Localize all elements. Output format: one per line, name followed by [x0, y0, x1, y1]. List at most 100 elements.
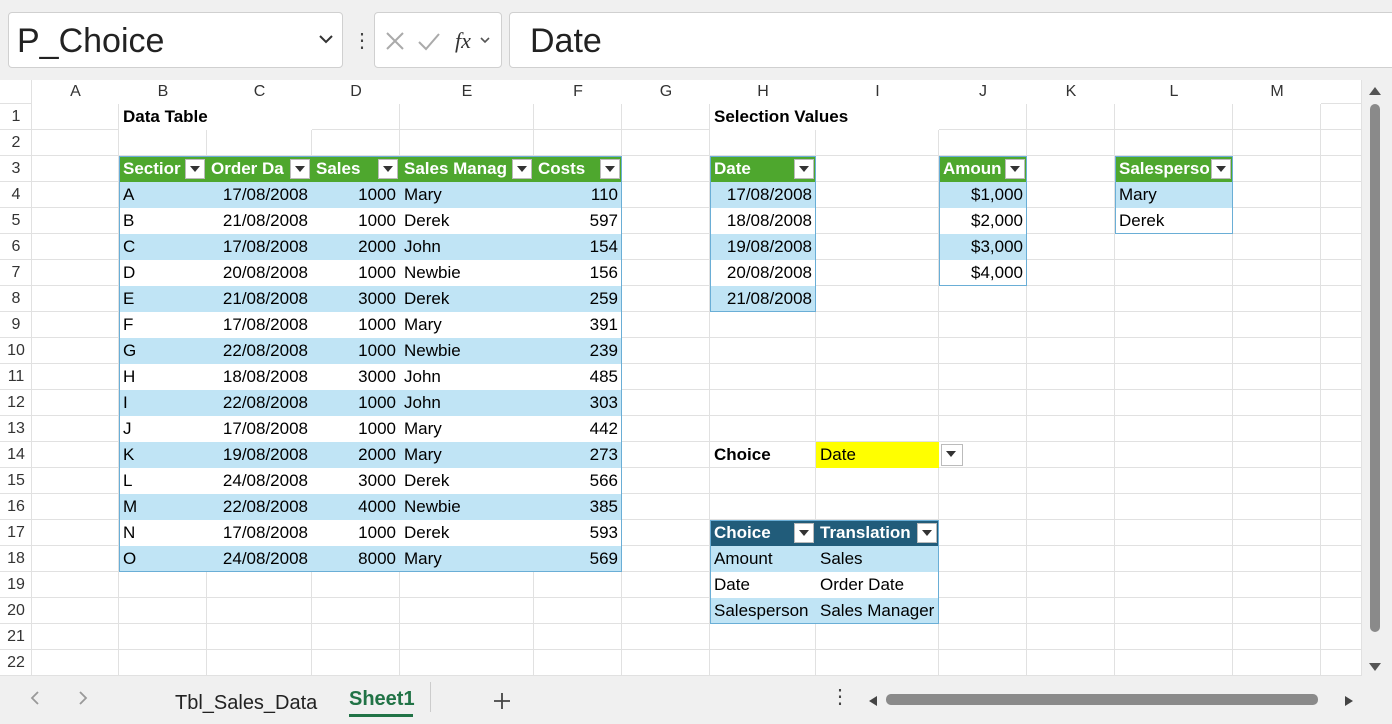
- table-cell[interactable]: 303: [534, 390, 622, 416]
- salesperson-value-cell[interactable]: Derek: [1115, 208, 1233, 234]
- enter-check-icon[interactable]: [415, 27, 443, 55]
- table-cell[interactable]: 1000: [312, 260, 400, 286]
- table-cell[interactable]: 485: [534, 364, 622, 390]
- table-cell[interactable]: 156: [534, 260, 622, 286]
- table-cell[interactable]: Mary: [400, 442, 534, 468]
- insert-function-icon[interactable]: fx: [453, 27, 493, 55]
- scroll-down-icon[interactable]: [1367, 660, 1383, 674]
- translation-cell[interactable]: Sales: [816, 546, 939, 572]
- row-header-10[interactable]: 10: [0, 338, 32, 364]
- table-cell[interactable]: Mary: [400, 416, 534, 442]
- choice-dropdown-button[interactable]: [941, 444, 963, 466]
- table-cell[interactable]: 566: [534, 468, 622, 494]
- selection-values-title[interactable]: Selection Values: [710, 104, 939, 130]
- table-cell[interactable]: I: [119, 390, 207, 416]
- table-cell[interactable]: John: [400, 390, 534, 416]
- chevron-down-icon[interactable]: [316, 29, 336, 49]
- table-cell[interactable]: 3000: [312, 364, 400, 390]
- table-cell[interactable]: 8000: [312, 546, 400, 572]
- filter-dropdown-button[interactable]: [917, 523, 937, 543]
- column-header-c[interactable]: C: [207, 80, 312, 104]
- table-cell[interactable]: 20/08/2008: [207, 260, 312, 286]
- formula-bar[interactable]: Date: [509, 12, 1392, 68]
- column-header-i[interactable]: I: [816, 80, 939, 104]
- column-header-d[interactable]: D: [312, 80, 400, 104]
- filter-dropdown-button[interactable]: [378, 159, 398, 179]
- table-cell[interactable]: 2000: [312, 234, 400, 260]
- filter-dropdown-button[interactable]: [794, 523, 814, 543]
- amount-value-cell[interactable]: $3,000: [939, 234, 1027, 260]
- table-cell[interactable]: 3000: [312, 286, 400, 312]
- table-cell[interactable]: 110: [534, 182, 622, 208]
- column-header-l[interactable]: L: [1115, 80, 1233, 104]
- row-header-17[interactable]: 17: [0, 520, 32, 546]
- table-cell[interactable]: K: [119, 442, 207, 468]
- data-table-title[interactable]: Data Table: [119, 104, 312, 130]
- table-cell[interactable]: 17/08/2008: [207, 520, 312, 546]
- table-cell[interactable]: 21/08/2008: [207, 208, 312, 234]
- translation-cell[interactable]: Date: [710, 572, 816, 598]
- table-cell[interactable]: F: [119, 312, 207, 338]
- table-cell[interactable]: Mary: [400, 546, 534, 572]
- row-header-16[interactable]: 16: [0, 494, 32, 520]
- table-cell[interactable]: 1000: [312, 208, 400, 234]
- table-cell[interactable]: 239: [534, 338, 622, 364]
- table-cell[interactable]: O: [119, 546, 207, 572]
- table-cell[interactable]: Newbie: [400, 494, 534, 520]
- table-cell[interactable]: C: [119, 234, 207, 260]
- row-header-13[interactable]: 13: [0, 416, 32, 442]
- row-header-2[interactable]: 2: [0, 130, 32, 156]
- table-cell[interactable]: John: [400, 234, 534, 260]
- table-cell[interactable]: John: [400, 364, 534, 390]
- table-cell[interactable]: G: [119, 338, 207, 364]
- column-header-g[interactable]: G: [622, 80, 710, 104]
- table-cell[interactable]: Newbie: [400, 338, 534, 364]
- next-sheet-icon[interactable]: [76, 690, 90, 706]
- table-cell[interactable]: 24/08/2008: [207, 468, 312, 494]
- scroll-left-icon[interactable]: [866, 694, 880, 708]
- table-cell[interactable]: 442: [534, 416, 622, 442]
- row-header-22[interactable]: 22: [0, 650, 32, 676]
- row-header-4[interactable]: 4: [0, 182, 32, 208]
- table-cell[interactable]: 391: [534, 312, 622, 338]
- table-cell[interactable]: 259: [534, 286, 622, 312]
- table-cell[interactable]: D: [119, 260, 207, 286]
- table-cell[interactable]: 21/08/2008: [207, 286, 312, 312]
- column-header-e[interactable]: E: [400, 80, 534, 104]
- column-header-b[interactable]: B: [119, 80, 207, 104]
- date-value-cell[interactable]: 17/08/2008: [710, 182, 816, 208]
- table-cell[interactable]: 1000: [312, 520, 400, 546]
- row-header-9[interactable]: 9: [0, 312, 32, 338]
- scroll-up-icon[interactable]: [1367, 84, 1383, 98]
- date-value-cell[interactable]: 18/08/2008: [710, 208, 816, 234]
- add-sheet-icon[interactable]: [492, 691, 512, 711]
- table-cell[interactable]: Derek: [400, 468, 534, 494]
- table-cell[interactable]: Newbie: [400, 260, 534, 286]
- table-cell[interactable]: 22/08/2008: [207, 494, 312, 520]
- table-cell[interactable]: H: [119, 364, 207, 390]
- row-header-11[interactable]: 11: [0, 364, 32, 390]
- row-header-18[interactable]: 18: [0, 546, 32, 572]
- row-header-6[interactable]: 6: [0, 234, 32, 260]
- column-header-m[interactable]: M: [1233, 80, 1321, 104]
- column-header-k[interactable]: K: [1027, 80, 1115, 104]
- cancel-icon[interactable]: [381, 27, 409, 55]
- filter-dropdown-button[interactable]: [1005, 159, 1025, 179]
- translation-cell[interactable]: Amount: [710, 546, 816, 572]
- table-cell[interactable]: Mary: [400, 312, 534, 338]
- table-cell[interactable]: 17/08/2008: [207, 234, 312, 260]
- vertical-scroll-thumb[interactable]: [1370, 104, 1380, 632]
- table-cell[interactable]: 17/08/2008: [207, 182, 312, 208]
- choice-label[interactable]: Choice: [710, 442, 816, 468]
- table-cell[interactable]: 593: [534, 520, 622, 546]
- row-header-1[interactable]: 1: [0, 104, 32, 130]
- table-cell[interactable]: Mary: [400, 182, 534, 208]
- amount-value-cell[interactable]: $4,000: [939, 260, 1027, 286]
- table-cell[interactable]: Derek: [400, 286, 534, 312]
- table-cell[interactable]: 273: [534, 442, 622, 468]
- table-cell[interactable]: 22/08/2008: [207, 390, 312, 416]
- table-cell[interactable]: 22/08/2008: [207, 338, 312, 364]
- filter-dropdown-button[interactable]: [1211, 159, 1231, 179]
- table-cell[interactable]: Derek: [400, 520, 534, 546]
- choice-input-cell[interactable]: Date: [816, 442, 939, 468]
